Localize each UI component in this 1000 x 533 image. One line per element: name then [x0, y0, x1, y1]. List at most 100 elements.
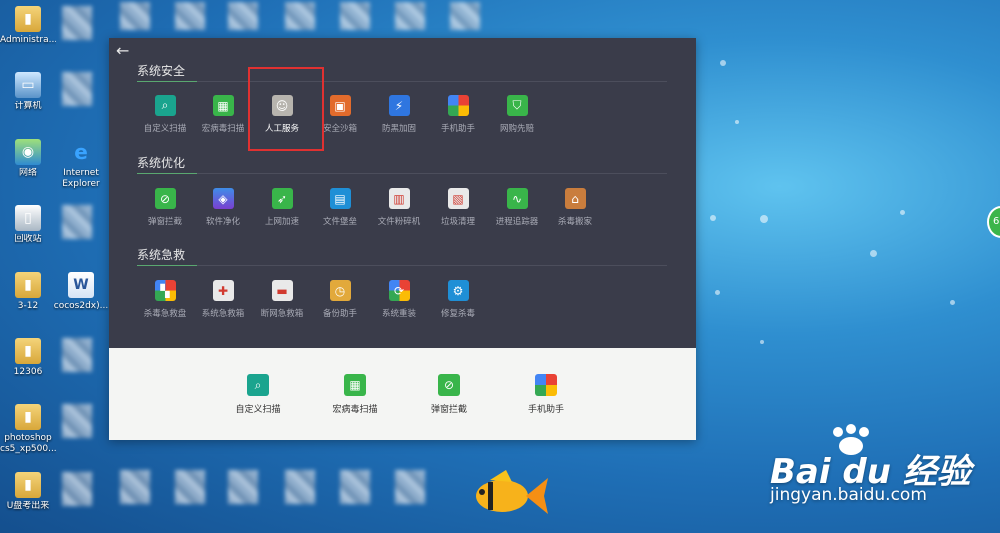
- tool-file-vault[interactable]: ▤ 文件堡垒: [311, 188, 369, 227]
- blurred-desktop-icon: [62, 72, 92, 106]
- tool-anti-hack[interactable]: ⚡ 防黑加固: [370, 95, 428, 134]
- desktop-icon-internet-explorer[interactable]: e Internet Explorer: [53, 139, 109, 190]
- tool-net-accelerate[interactable]: ➶ 上网加速: [253, 188, 311, 227]
- repair-icon: ⚙: [447, 280, 469, 301]
- tool-label: 垃圾清理: [440, 217, 475, 227]
- tool-label: 上网加速: [264, 217, 299, 227]
- desktop-icon-label: 3-12: [17, 301, 39, 311]
- rocket-icon: ➶: [271, 188, 293, 209]
- tool-label: 宏病毒扫描: [332, 405, 378, 415]
- blurred-desktop-icon: [228, 2, 258, 30]
- tool-label: 文件堡垒: [322, 217, 357, 227]
- blurred-desktop-icon: [175, 470, 205, 504]
- desktop-icon-recycle-bin[interactable]: ▯ 回收站: [0, 205, 56, 245]
- scan-icon: ⌕: [154, 95, 176, 116]
- desktop-icon-12306[interactable]: ▮ 12306: [0, 338, 56, 378]
- quick-tool-phone-assistant[interactable]: 手机助手: [517, 374, 575, 415]
- side-badge[interactable]: 6: [987, 206, 1000, 238]
- watermark-url: jingyan.baidu.com: [770, 485, 927, 505]
- computer-icon: ▭: [15, 72, 41, 98]
- blurred-desktop-icon: [62, 404, 92, 438]
- file-vault-icon: ▤: [329, 188, 351, 209]
- layers-icon: ◈: [212, 188, 234, 209]
- tool-label: 自定义扫描: [235, 405, 281, 415]
- tool-label: 进程追踪器: [495, 217, 539, 227]
- popup-block-icon: ⊘: [154, 188, 176, 209]
- desktop-icon-3-12[interactable]: ▮ 3-12: [0, 272, 56, 312]
- tool-first-aid-kit[interactable]: ✚ 系统急救箱: [194, 280, 252, 319]
- desktop-icon-label: U盘考出来: [6, 501, 50, 511]
- tool-process-tracker[interactable]: ∿ 进程追踪器: [488, 188, 546, 227]
- tool-file-shredder[interactable]: ▥ 文件粉碎机: [370, 188, 428, 227]
- house-icon: ⌂: [564, 188, 586, 209]
- shield-icon: ⛉: [506, 95, 528, 116]
- network-aid-icon: ▬: [271, 280, 293, 301]
- tool-backup-assistant[interactable]: ◷ 备份助手: [311, 280, 369, 319]
- popup-block-icon: ⊘: [438, 374, 460, 396]
- back-arrow-icon[interactable]: ←: [116, 41, 129, 60]
- blurred-desktop-icon: [62, 205, 92, 239]
- tool-label: 修复杀毒: [440, 309, 475, 319]
- folder-icon: ▮: [15, 272, 41, 298]
- tool-label: 弹窗拦截: [430, 405, 467, 415]
- folder-icon: ▮: [15, 6, 41, 32]
- tool-phone-assistant[interactable]: 手机助手: [429, 95, 487, 134]
- phone-assistant-icon: [535, 374, 557, 396]
- blurred-desktop-icon: [285, 2, 315, 30]
- blurred-desktop-icon: [62, 6, 92, 40]
- tool-junk-cleanup[interactable]: ▧ 垃圾清理: [429, 188, 487, 227]
- tool-shopping-compensation[interactable]: ⛉ 网购先赔: [488, 95, 546, 134]
- blurred-desktop-icon: [395, 470, 425, 504]
- desktop-icon-computer[interactable]: ▭ 计算机: [0, 72, 56, 112]
- macro-scan-icon: ▦: [344, 374, 366, 396]
- desktop-icon-photoshop[interactable]: ▮ photoshop cs5_xp500...: [0, 404, 56, 455]
- tool-system-reinstall[interactable]: ⟳ 系统重装: [370, 280, 428, 319]
- desktop-icon-network[interactable]: ◉ 网络: [0, 139, 56, 179]
- desktop-icon-udisk[interactable]: ▮ U盘考出来: [0, 472, 56, 512]
- desktop-icon-cocos2dx[interactable]: W cocos2dx)...: [53, 272, 109, 312]
- tool-rescue-disk[interactable]: ▚ 杀毒急救盘: [136, 280, 194, 319]
- internet-explorer-icon: e: [74, 140, 88, 164]
- sandbox-icon: ▣: [329, 95, 351, 116]
- tool-custom-scan[interactable]: ⌕ 自定义扫描: [136, 95, 194, 134]
- tool-label: 网购先赔: [499, 124, 534, 134]
- tool-label: 宏病毒扫描: [201, 124, 245, 134]
- tool-popup-block[interactable]: ⊘ 弹窗拦截: [136, 188, 194, 227]
- backup-icon: ◷: [329, 280, 351, 301]
- desktop-icon-administrator[interactable]: ▮ Administra...: [0, 6, 56, 46]
- quick-tool-popup-block[interactable]: ⊘ 弹窗拦截: [420, 374, 478, 415]
- tool-repair-antivirus[interactable]: ⚙ 修复杀毒: [429, 280, 487, 319]
- desktop-icon-label: photoshop cs5_xp500...: [0, 433, 56, 454]
- tool-macro-scan[interactable]: ▦ 宏病毒扫描: [194, 95, 252, 134]
- desktop-icon-label: Internet Explorer: [62, 168, 100, 189]
- quick-tool-macro-scan[interactable]: ▦ 宏病毒扫描: [326, 374, 384, 415]
- quick-tool-custom-scan[interactable]: ⌕ 自定义扫描: [229, 374, 287, 415]
- scan-icon: ⌕: [247, 374, 269, 396]
- tool-network-aid[interactable]: ▬ 断网急救箱: [253, 280, 311, 319]
- desktop-icon-label: Administra...: [0, 35, 56, 45]
- first-aid-icon: ✚: [212, 280, 234, 301]
- blurred-desktop-icon: [175, 2, 205, 30]
- macro-scan-icon: ▦: [212, 95, 234, 116]
- folder-icon: ▮: [15, 338, 41, 364]
- section-title-optimize: 系统优化: [137, 156, 186, 170]
- desktop-icon-label: 计算机: [14, 101, 42, 111]
- tool-label: 系统急救箱: [201, 309, 245, 319]
- shredder-icon: ▥: [388, 188, 410, 209]
- word-document-icon: W: [68, 272, 94, 298]
- rescue-disk-icon: ▚: [154, 280, 176, 301]
- reinstall-icon: ⟳: [388, 280, 410, 301]
- tool-software-purify[interactable]: ◈ 软件净化: [194, 188, 252, 227]
- tool-label: 手机助手: [527, 405, 564, 415]
- tool-label: 备份助手: [322, 309, 357, 319]
- tool-label: 杀毒搬家: [557, 217, 592, 227]
- blurred-desktop-icon: [62, 472, 92, 506]
- recycle-bin-icon: ▯: [15, 205, 41, 231]
- folder-icon: ▮: [15, 472, 41, 498]
- toolbox-panel: ← 系统安全 ⌕ 自定义扫描 ▦ 宏病毒扫描 ☺ 人工服务 ▣ 安全沙箱 ⚡ 防…: [109, 38, 696, 440]
- blurred-desktop-icon: [340, 2, 370, 30]
- lightning-icon: ⚡: [388, 95, 410, 116]
- tool-label: 杀毒急救盘: [143, 309, 187, 319]
- section-title-rescue: 系统急救: [137, 248, 186, 262]
- tool-av-relocate[interactable]: ⌂ 杀毒搬家: [546, 188, 604, 227]
